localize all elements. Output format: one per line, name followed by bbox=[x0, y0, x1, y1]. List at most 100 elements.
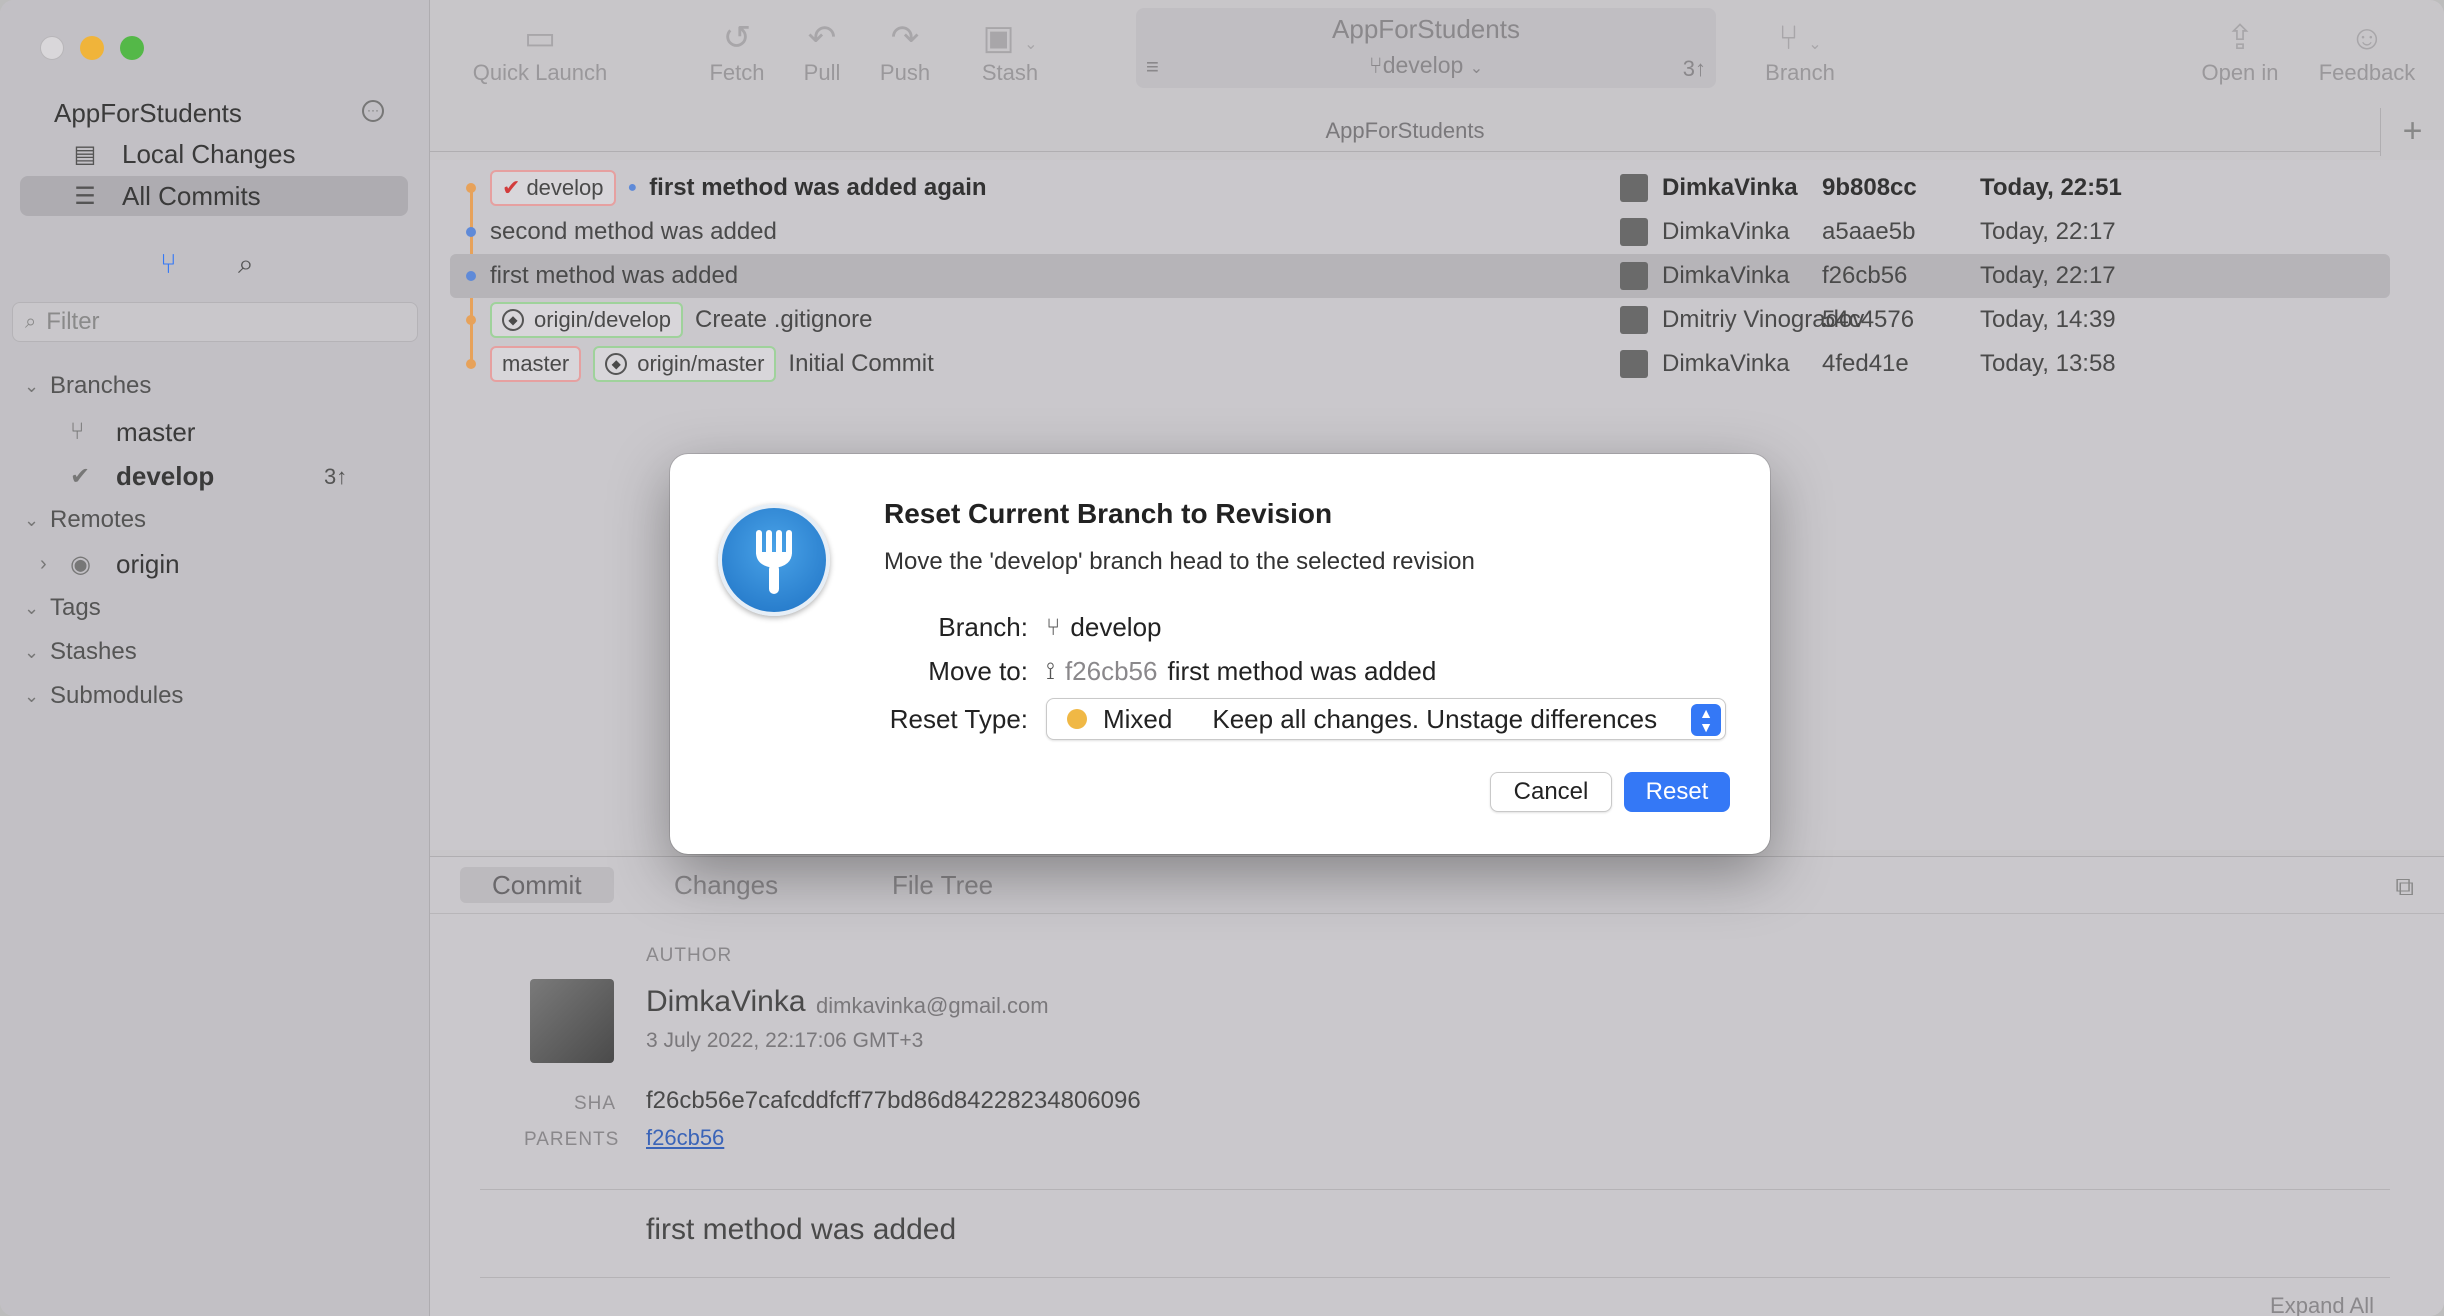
pull-button[interactable]: ↶ Pull bbox=[790, 16, 854, 86]
parents-label: PARENTS bbox=[524, 1129, 620, 1150]
commit-date: Today, 22:51 bbox=[1980, 174, 2122, 201]
branch-tag[interactable]: master bbox=[490, 346, 582, 382]
more-options-icon[interactable]: ··· bbox=[362, 100, 384, 122]
commit-message: second method was added bbox=[490, 218, 777, 245]
filter-input[interactable]: ⌕ Filter bbox=[12, 302, 418, 342]
add-tab-button[interactable]: + bbox=[2380, 108, 2444, 156]
repo-title: AppForStudents bbox=[54, 98, 242, 128]
cancel-button[interactable]: Cancel bbox=[1490, 772, 1612, 812]
github-icon: ◆ bbox=[502, 309, 524, 331]
remote-tag[interactable]: ◆ origin/develop bbox=[490, 302, 683, 338]
branch-button[interactable]: ⑂ ⌄ Branch bbox=[1750, 16, 1850, 86]
sidebar-item-label: Local Changes bbox=[122, 138, 296, 169]
section-remotes[interactable]: ⌄ Remotes bbox=[24, 500, 146, 540]
fetch-button[interactable]: ↺ Fetch bbox=[700, 16, 774, 86]
remote-item-origin[interactable]: › ◉ origin bbox=[40, 544, 180, 584]
tag-label: origin/master bbox=[637, 351, 765, 376]
toolbar-label: Fetch bbox=[709, 60, 765, 85]
parent-link[interactable]: f26cb56 bbox=[646, 1125, 724, 1151]
graph-node bbox=[466, 359, 476, 369]
github-icon: ◉ bbox=[70, 550, 91, 578]
reset-button[interactable]: Reset bbox=[1624, 772, 1730, 812]
commit-sha: 54c4576 bbox=[1822, 306, 1915, 333]
section-submodules[interactable]: ⌄ Submodules bbox=[24, 676, 183, 716]
branch-tag[interactable]: ✔ develop bbox=[490, 170, 616, 206]
chevron-down-icon: ⌄ bbox=[24, 685, 40, 706]
commit-row[interactable]: ◆ origin/develop Create .gitignore Dmitri… bbox=[450, 298, 2390, 342]
toolbar-label: Branch bbox=[1765, 60, 1835, 85]
toolbar-label: Quick Launch bbox=[472, 60, 608, 85]
commit-author: DimkaVinka bbox=[1662, 218, 1790, 245]
commit-message: first method was added bbox=[490, 262, 739, 289]
section-label: Tags bbox=[50, 594, 101, 621]
tag-label: master bbox=[502, 351, 570, 376]
head-dot-icon: ● bbox=[627, 179, 638, 196]
divider bbox=[480, 1189, 2390, 1190]
reset-mode: Mixed bbox=[1103, 703, 1173, 734]
tab-commit[interactable]: Commit bbox=[460, 867, 614, 903]
archive-icon: ▣ ⌄ bbox=[982, 19, 1038, 57]
search-icon: ⌕ bbox=[25, 310, 37, 333]
tab-changes[interactable]: Changes bbox=[642, 867, 810, 903]
tab-file-tree[interactable]: File Tree bbox=[860, 867, 1025, 903]
branch-icon[interactable]: ⑂ bbox=[160, 248, 177, 280]
folder-icon: ▭ bbox=[523, 19, 557, 57]
toolbar-label: Stash bbox=[981, 60, 1039, 85]
graph-node bbox=[466, 315, 476, 325]
section-branches[interactable]: ⌄ Branches bbox=[24, 366, 151, 406]
commit-row-selected[interactable]: first method was added DimkaVinka f26cb5… bbox=[450, 254, 2390, 298]
external-link-icon[interactable]: ⧉ bbox=[2395, 871, 2414, 903]
section-tags[interactable]: ⌄ Tags bbox=[24, 588, 101, 628]
ahead-count: 3↑ bbox=[1682, 56, 1706, 81]
author-label: AUTHOR bbox=[646, 945, 733, 966]
remote-name: origin bbox=[116, 548, 180, 579]
sidebar-item-local-changes[interactable]: ▤ Local Changes bbox=[20, 134, 408, 174]
section-label: Stashes bbox=[50, 638, 137, 665]
github-icon: ◆ bbox=[605, 353, 628, 375]
repo-name: AppForStudents bbox=[1332, 14, 1520, 44]
checkmark-icon: ✔ bbox=[70, 462, 91, 490]
updown-chevron-icon: ▲ ▼ bbox=[1691, 704, 1721, 736]
close-window-button[interactable] bbox=[40, 36, 64, 60]
reset-mode-description: Keep all changes. Unstage differences bbox=[1212, 703, 1658, 734]
filter-placeholder: Filter bbox=[46, 308, 100, 335]
move-to-label: Move to: bbox=[928, 656, 1028, 686]
push-button[interactable]: ↷ Push bbox=[870, 16, 940, 86]
status-dot-icon bbox=[1067, 709, 1087, 729]
toolbar-label: Open in bbox=[2201, 60, 2279, 85]
reset-type-select[interactable]: Mixed Keep all changes. Unstage differen… bbox=[1046, 698, 1726, 740]
repo-tab[interactable]: AppForStudents bbox=[430, 110, 2380, 152]
search-icon[interactable]: ⌕ bbox=[238, 248, 254, 281]
minimize-window-button[interactable] bbox=[80, 36, 104, 60]
avatar bbox=[1620, 262, 1648, 290]
sidebar-item-all-commits[interactable]: ☰ All Commits bbox=[20, 176, 408, 216]
sha-label: SHA bbox=[574, 1093, 617, 1114]
repo-selector[interactable]: AppForStudents ≡ ⑂develop ⌄ 3↑ bbox=[1136, 8, 1716, 88]
commit-message: Initial Commit bbox=[788, 350, 934, 377]
feedback-button[interactable]: ☺ Feedback bbox=[2312, 16, 2422, 86]
toolbar-label: Pull bbox=[803, 60, 841, 85]
stash-button[interactable]: ▣ ⌄ Stash bbox=[970, 16, 1050, 86]
commit-sha: 9b808cc bbox=[1822, 174, 1917, 201]
document-icon: ▤ bbox=[73, 140, 97, 168]
branch-item-master[interactable]: ⑂ master bbox=[70, 412, 195, 452]
commit-row[interactable]: ✔ develop ● first method was added again … bbox=[450, 166, 2390, 210]
quick-launch-button[interactable]: ▭ Quick Launch bbox=[460, 16, 620, 86]
toolbar: ▭ Quick Launch ↺ Fetch ↶ Pull ↷ Push ▣ ⌄… bbox=[430, 0, 2444, 110]
section-label: Remotes bbox=[50, 506, 147, 533]
commit-icon: ⟟ bbox=[1046, 657, 1055, 685]
commit-row[interactable]: master ◆ origin/master Initial Commit Dim… bbox=[450, 342, 2390, 386]
ahead-count: 3↑ bbox=[324, 464, 348, 489]
commit-author: DimkaVinka bbox=[1662, 262, 1790, 289]
commit-row[interactable]: second method was added DimkaVinka a5aae… bbox=[450, 210, 2390, 254]
expand-all-button[interactable]: Expand All bbox=[2270, 1293, 2374, 1316]
section-stashes[interactable]: ⌄ Stashes bbox=[24, 632, 137, 672]
branch-item-develop[interactable]: ✔ develop bbox=[70, 456, 214, 496]
open-in-button[interactable]: ⇪ Open in bbox=[2190, 16, 2290, 86]
repo-branch-name: develop bbox=[1382, 52, 1464, 78]
divider bbox=[430, 913, 2444, 914]
toolbar-label: Feedback bbox=[2318, 60, 2416, 85]
maximize-window-button[interactable] bbox=[120, 36, 144, 60]
remote-tag[interactable]: ◆ origin/master bbox=[593, 346, 777, 382]
commit-message: first method was added again bbox=[649, 174, 987, 201]
